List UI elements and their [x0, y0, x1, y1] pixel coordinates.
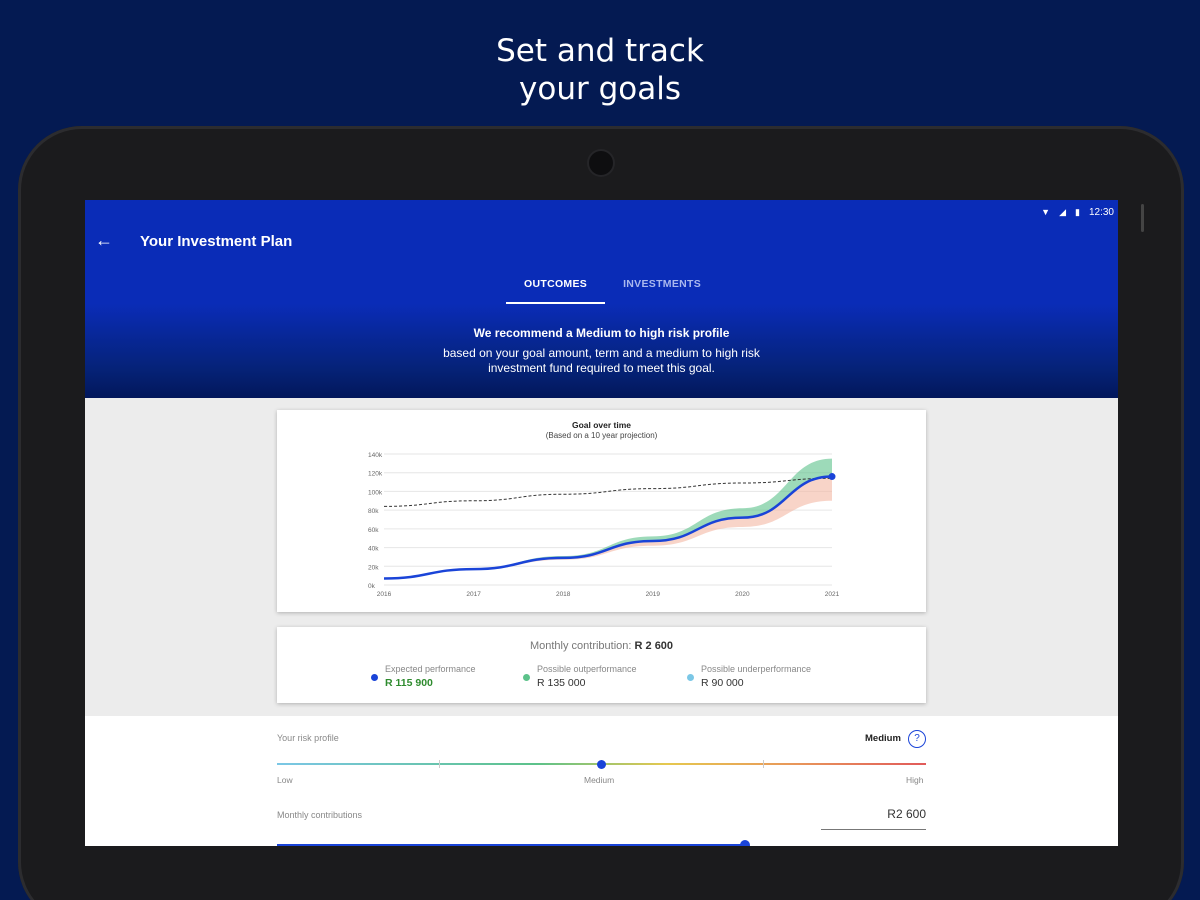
- y-tick-label: 80k: [368, 508, 379, 515]
- risk-slider-thumb[interactable]: [597, 760, 606, 769]
- battery-icon: ▮: [1075, 206, 1080, 217]
- x-tick-label: 2020: [735, 591, 750, 598]
- help-circle-icon[interactable]: ?: [908, 730, 926, 748]
- promo-line-2: your goals: [519, 71, 681, 107]
- monthly-contributions-field[interactable]: R2 600: [821, 804, 926, 830]
- page-title: Your Investment Plan: [140, 233, 293, 250]
- performance-card: Monthly contribution: R 2 600 Expected p…: [277, 627, 926, 703]
- y-tick-label: 0k: [368, 583, 376, 590]
- contributions-slider-track[interactable]: [277, 844, 745, 846]
- monthly-contribution-value: R 2 600: [634, 640, 674, 652]
- underperformance-dot-icon: [687, 674, 694, 681]
- y-tick-label: 40k: [368, 546, 379, 553]
- y-tick-label: 140k: [368, 452, 383, 459]
- monthly-contribution-summary: Monthly contribution: R 2 600: [277, 640, 926, 652]
- stat-outperformance-value: R 135 000: [537, 677, 586, 689]
- stat-expected: Expected performance R 115 900: [371, 664, 476, 689]
- goal-chart: 0k 20k 40k 60k 80k 100k 120k 140k 2016 2017 2018 20…: [368, 452, 840, 598]
- recommendation-title: We recommend a Medium to high risk profi…: [473, 326, 730, 340]
- stat-outperformance: Possible outperformance R 135 000: [523, 664, 637, 689]
- monthly-contributions-label: Monthly contributions: [277, 810, 363, 820]
- app-bar: ▼ ◢ ▮ 12:30 ← Your Investment Plan OUTCO…: [85, 200, 1118, 304]
- stat-expected-value: R 115 900: [385, 677, 433, 689]
- risk-low-label: Low: [277, 775, 293, 785]
- tab-outcomes[interactable]: OUTCOMES: [506, 272, 606, 304]
- chart-title: Goal over time: [571, 420, 632, 430]
- camera-icon: [589, 151, 613, 175]
- risk-tick: [763, 760, 764, 768]
- arrow-back-icon[interactable]: ←: [95, 230, 115, 250]
- risk-profile-value: Medium: [865, 733, 901, 744]
- risk-medium-label: Medium: [584, 775, 615, 785]
- risk-high-label: High: [906, 775, 924, 785]
- stat-expected-label: Expected performance: [385, 664, 476, 674]
- tab-investments[interactable]: INVESTMENTS: [605, 272, 719, 304]
- x-tick-label: 2017: [466, 591, 481, 598]
- stat-underperformance-value: R 90 000: [701, 677, 744, 689]
- goal-target-line: [383, 477, 833, 507]
- y-tick-label: 20k: [368, 564, 379, 571]
- risk-profile-label: Your risk profile: [277, 733, 339, 743]
- y-tick-label: 120k: [368, 471, 383, 478]
- risk-tick: [439, 760, 440, 768]
- app-screen: ▼ ◢ ▮ 12:30 ← Your Investment Plan OUTCO…: [85, 200, 1118, 846]
- contributions-slider-thumb[interactable]: [740, 840, 750, 846]
- x-tick-label: 2021: [825, 591, 840, 598]
- wifi-icon: ▼: [1041, 207, 1051, 217]
- promo-line-1: Set and track: [496, 33, 704, 69]
- recommendation-text: based on your goal amount, term and a me…: [443, 346, 760, 375]
- x-tick-label: 2016: [377, 591, 392, 598]
- status-time: 12:30: [1088, 206, 1114, 218]
- stat-outperformance-label: Possible outperformance: [537, 664, 637, 674]
- status-bar: ▼ ◢ ▮ 12:30: [1041, 204, 1114, 220]
- goal-chart-card: 0k 20k 40k 60k 80k 100k 120k 140k 2016 2017 2018 20…: [277, 410, 926, 612]
- outperformance-dot-icon: [523, 674, 530, 681]
- x-tick-label: 2019: [646, 591, 661, 598]
- plan-controls: Your risk profile Medium ? Low Medium Hi…: [85, 716, 1118, 846]
- signal-icon: ◢: [1059, 206, 1067, 217]
- stat-underperformance-label: Possible underperformance: [701, 664, 812, 674]
- x-tick-label: 2018: [556, 591, 571, 598]
- promo-headline: Set and track your goals: [0, 32, 1200, 108]
- chart-subtitle: (Based on a 10 year projection): [545, 431, 658, 440]
- tab-bar: OUTCOMES INVESTMENTS: [506, 272, 719, 304]
- recommendation-banner: We recommend a Medium to high risk profi…: [85, 304, 1118, 398]
- expected-end-point: [828, 473, 836, 481]
- y-tick-label: 100k: [368, 489, 383, 496]
- monthly-contribution-label: Monthly contribution:: [529, 640, 632, 652]
- stat-underperformance: Possible underperformance R 90 000: [687, 664, 811, 689]
- expected-dot-icon: [371, 674, 378, 681]
- side-button: [1141, 204, 1144, 232]
- y-tick-label: 60k: [368, 527, 379, 534]
